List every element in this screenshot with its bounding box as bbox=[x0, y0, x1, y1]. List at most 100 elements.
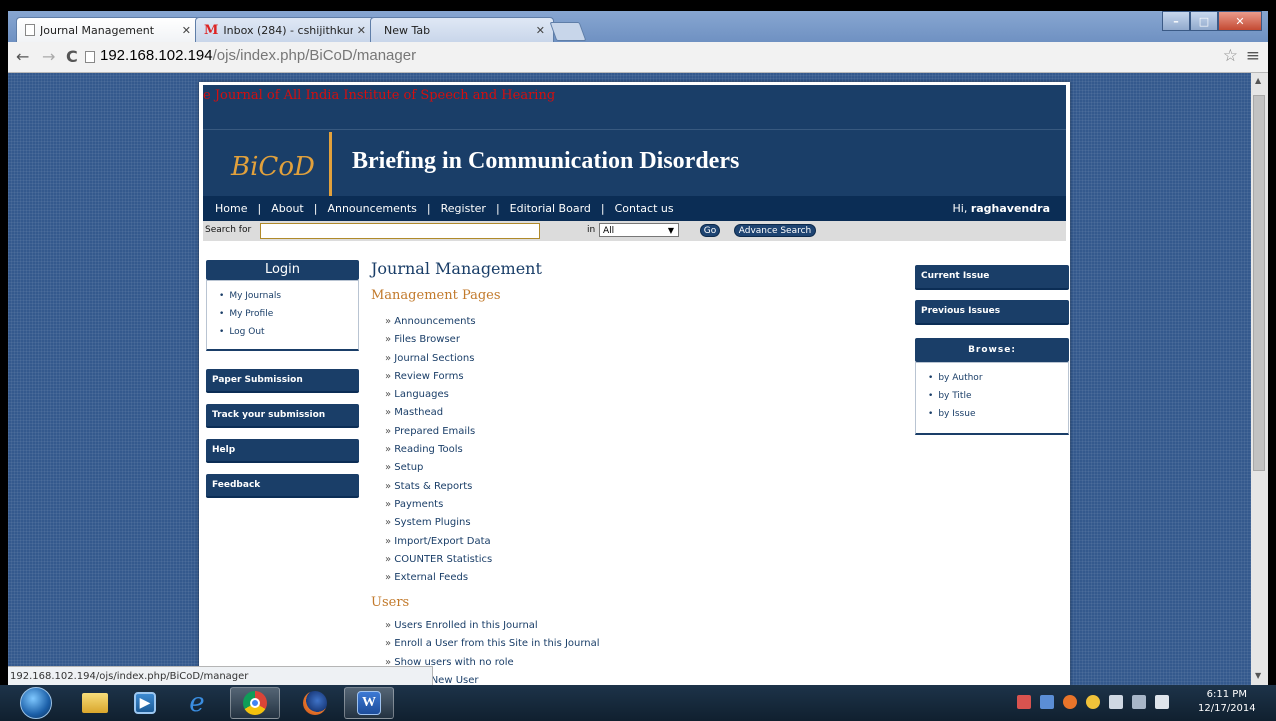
paper-submission-button[interactable]: Paper Submission bbox=[206, 369, 359, 393]
link-import-export-data[interactable]: Import/Export Data bbox=[385, 533, 492, 551]
header-divider bbox=[203, 129, 1066, 130]
greeting-prefix: Hi, bbox=[952, 202, 968, 215]
url-host: 192.168.102.194 bbox=[100, 47, 213, 64]
link-journal-sections[interactable]: Journal Sections bbox=[385, 350, 492, 368]
tab-strip: Journal Management ✕ M Inbox (284) - csh… bbox=[8, 11, 1268, 42]
link-setup[interactable]: Setup bbox=[385, 459, 492, 477]
app-tray-icon[interactable] bbox=[1063, 695, 1077, 709]
advance-search-button[interactable]: Advance Search bbox=[734, 224, 816, 237]
search-label: Search for bbox=[205, 225, 252, 235]
search-in-label: in bbox=[587, 225, 596, 235]
login-box-title: Login bbox=[206, 260, 359, 280]
site-logo[interactable]: BiCoD bbox=[231, 152, 315, 182]
main-navigation: Home | About | Announcements | Register … bbox=[203, 196, 1066, 221]
maximize-button[interactable]: □ bbox=[1190, 11, 1218, 31]
scroll-up-arrow-icon[interactable]: ▲ bbox=[1255, 76, 1261, 85]
address-bar[interactable]: 192.168.102.194/ojs/index.php/BiCoD/mana… bbox=[100, 47, 416, 64]
taskbar-internet-explorer[interactable]: e bbox=[172, 687, 222, 719]
link-stats-reports[interactable]: Stats & Reports bbox=[385, 478, 492, 496]
new-tab-button[interactable] bbox=[549, 22, 587, 41]
previous-issues-button[interactable]: Previous Issues bbox=[915, 300, 1069, 325]
site-title: Briefing in Communication Disorders bbox=[352, 148, 740, 174]
browse-by-issue-link[interactable]: by Issue bbox=[928, 405, 1068, 423]
link-counter-statistics[interactable]: COUNTER Statistics bbox=[385, 551, 492, 569]
tab-new-tab[interactable]: New Tab ✕ bbox=[370, 17, 554, 42]
search-field-select[interactable]: All ▼ bbox=[599, 223, 679, 237]
link-users-enrolled[interactable]: Users Enrolled in this Journal bbox=[385, 617, 600, 635]
nav-about[interactable]: About bbox=[271, 202, 304, 215]
tab-inbox[interactable]: M Inbox (284) - cshijithkuma ✕ bbox=[195, 17, 375, 42]
back-arrow-icon[interactable]: ← bbox=[16, 47, 29, 66]
link-masthead[interactable]: Masthead bbox=[385, 404, 492, 422]
close-tab-icon[interactable]: ✕ bbox=[182, 24, 191, 37]
page-title: Journal Management bbox=[371, 259, 542, 278]
taskbar-firefox[interactable] bbox=[290, 687, 340, 719]
taskbar-chrome[interactable] bbox=[230, 687, 280, 719]
link-languages[interactable]: Languages bbox=[385, 386, 492, 404]
log-out-link[interactable]: Log Out bbox=[219, 323, 358, 341]
nav-separator: | bbox=[426, 202, 431, 215]
nav-contact-us[interactable]: Contact us bbox=[615, 202, 674, 215]
link-payments[interactable]: Payments bbox=[385, 496, 492, 514]
scroll-down-arrow-icon[interactable]: ▼ bbox=[1255, 671, 1261, 680]
firefox-icon bbox=[303, 691, 327, 715]
bookmark-star-icon[interactable]: ☆ bbox=[1223, 46, 1238, 66]
page-viewport: e Journal of All India Institute of Spee… bbox=[8, 73, 1251, 685]
menu-icon[interactable]: ≡ bbox=[1246, 46, 1260, 66]
link-enroll-user[interactable]: Enroll a User from this Site in this Jou… bbox=[385, 635, 599, 653]
reload-icon[interactable]: C bbox=[66, 47, 78, 66]
close-tab-icon[interactable]: ✕ bbox=[357, 24, 366, 37]
browse-by-author-link[interactable]: by Author bbox=[928, 369, 1068, 387]
nav-home[interactable]: Home bbox=[215, 202, 247, 215]
action-center-flag-icon[interactable] bbox=[1017, 695, 1031, 709]
link-announcements[interactable]: Announcements bbox=[385, 313, 492, 331]
link-system-plugins[interactable]: System Plugins bbox=[385, 514, 492, 532]
nav-separator: | bbox=[313, 202, 318, 215]
browse-by-title-link[interactable]: by Title bbox=[928, 387, 1068, 405]
current-issue-button[interactable]: Current Issue bbox=[915, 265, 1069, 290]
help-button[interactable]: Help bbox=[206, 439, 359, 463]
forward-arrow-icon[interactable]: → bbox=[42, 47, 55, 66]
tab-journal-management[interactable]: Journal Management ✕ bbox=[16, 17, 200, 42]
scroll-thumb[interactable] bbox=[1253, 95, 1265, 471]
security-tray-icon[interactable] bbox=[1086, 695, 1100, 709]
link-files-browser[interactable]: Files Browser bbox=[385, 331, 492, 349]
nav-editorial-board[interactable]: Editorial Board bbox=[510, 202, 591, 215]
dropdown-arrow-icon: ▼ bbox=[667, 226, 674, 235]
logo-divider bbox=[329, 132, 332, 196]
search-bar: Search for in All ▼ Go Advance Search bbox=[203, 221, 1066, 241]
network-status-icon[interactable] bbox=[1040, 695, 1054, 709]
taskbar-media-player[interactable]: ▶ bbox=[120, 687, 170, 719]
link-review-forms[interactable]: Review Forms bbox=[385, 368, 492, 386]
nav-register[interactable]: Register bbox=[441, 202, 486, 215]
scrolling-banner: e Journal of All India Institute of Spee… bbox=[203, 88, 556, 103]
tab-title: New Tab bbox=[384, 23, 431, 37]
volume-icon[interactable] bbox=[1155, 695, 1169, 709]
link-prepared-emails[interactable]: Prepared Emails bbox=[385, 423, 492, 441]
journal-site: e Journal of All India Institute of Spee… bbox=[199, 82, 1070, 685]
nav-announcements[interactable]: Announcements bbox=[327, 202, 416, 215]
close-window-button[interactable]: ✕ bbox=[1218, 11, 1262, 31]
minimize-button[interactable]: – bbox=[1162, 11, 1190, 31]
link-reading-tools[interactable]: Reading Tools bbox=[385, 441, 492, 459]
system-clock[interactable]: 6:11 PM 12/17/2014 bbox=[1198, 688, 1256, 716]
link-external-feeds[interactable]: External Feeds bbox=[385, 569, 492, 587]
clock-time: 6:11 PM bbox=[1206, 689, 1247, 700]
browse-box-title: Browse: bbox=[915, 338, 1069, 362]
go-button[interactable]: Go bbox=[700, 224, 720, 237]
network-icon[interactable] bbox=[1132, 695, 1146, 709]
device-tray-icon[interactable] bbox=[1109, 695, 1123, 709]
search-input[interactable] bbox=[260, 223, 540, 239]
taskbar-word[interactable]: W bbox=[344, 687, 394, 719]
user-greeting: Hi, raghavendra bbox=[953, 202, 1051, 215]
vertical-scrollbar[interactable]: ▲ ▼ bbox=[1251, 73, 1268, 685]
my-journals-link[interactable]: My Journals bbox=[219, 287, 358, 305]
browse-box: by Author by Title by Issue bbox=[915, 362, 1069, 435]
feedback-button[interactable]: Feedback bbox=[206, 474, 359, 498]
taskbar-explorer[interactable] bbox=[70, 687, 120, 719]
track-submission-button[interactable]: Track your submission bbox=[206, 404, 359, 428]
nav-separator: | bbox=[257, 202, 262, 215]
close-tab-icon[interactable]: ✕ bbox=[536, 24, 545, 37]
start-button[interactable] bbox=[20, 687, 52, 719]
my-profile-link[interactable]: My Profile bbox=[219, 305, 358, 323]
